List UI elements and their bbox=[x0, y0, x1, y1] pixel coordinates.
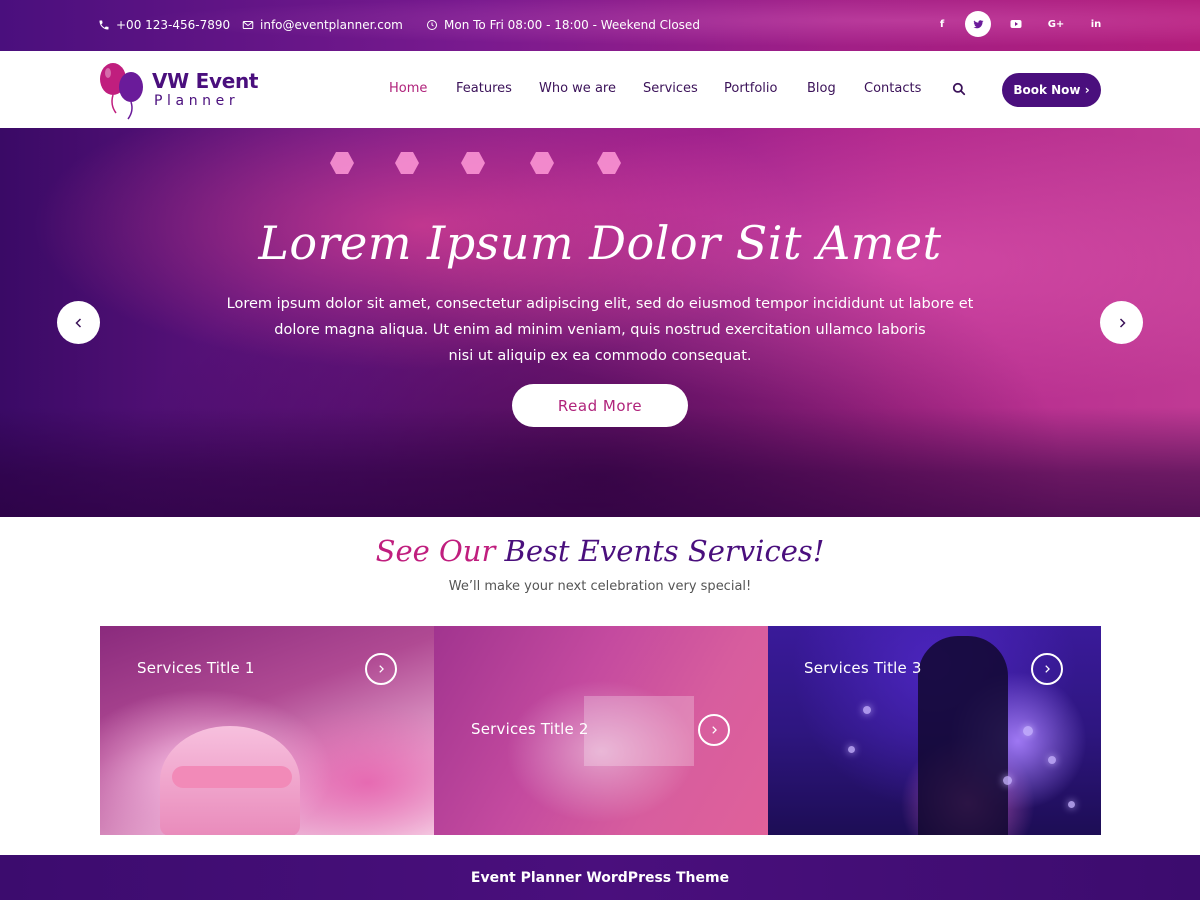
read-more-button[interactable]: Read More bbox=[512, 384, 688, 427]
bokeh-light bbox=[1068, 801, 1075, 808]
hours-text: Mon To Fri 08:00 - 18:00 - Weekend Close… bbox=[444, 18, 700, 32]
envelope-icon bbox=[242, 21, 254, 29]
slider-next-button[interactable] bbox=[1100, 301, 1143, 344]
linkedin-icon[interactable]: in bbox=[1083, 11, 1109, 37]
hero-title: Lorem Ipsum Dolor Sit Amet bbox=[258, 216, 942, 270]
stage-light bbox=[530, 152, 554, 174]
nav-who-we-are[interactable]: Who we are bbox=[539, 81, 616, 96]
site-logo[interactable]: VW Event Planner bbox=[98, 59, 278, 121]
hours-info: Mon To Fri 08:00 - 18:00 - Weekend Close… bbox=[426, 16, 700, 34]
stage-light bbox=[597, 152, 621, 174]
book-now-button[interactable]: Book Now › bbox=[1002, 73, 1101, 107]
facebook-icon[interactable]: f bbox=[929, 11, 955, 37]
email-contact[interactable]: info@eventplanner.com bbox=[242, 16, 403, 34]
hero-text-line: nisi ut aliquip ex ea commodo consequat. bbox=[448, 348, 752, 364]
twitter-icon[interactable] bbox=[965, 11, 991, 37]
hero-slider: Lorem Ipsum Dolor Sit Amet Lorem ipsum d… bbox=[0, 128, 1200, 517]
chevron-right-icon bbox=[1119, 317, 1126, 328]
footer-text: Event Planner WordPress Theme bbox=[470, 869, 730, 886]
stage-light bbox=[330, 152, 354, 174]
stage-light bbox=[395, 152, 419, 174]
bokeh-light bbox=[848, 746, 855, 753]
phone-icon bbox=[99, 20, 109, 30]
youtube-play-icon bbox=[1010, 20, 1022, 28]
phone-contact[interactable]: +00 123-456-7890 bbox=[98, 16, 230, 34]
google-plus-glyph: G+ bbox=[1047, 18, 1065, 30]
nav-services[interactable]: Services bbox=[643, 81, 698, 96]
service-title: Services Title 1 bbox=[137, 659, 255, 677]
bokeh-light bbox=[1023, 726, 1033, 736]
phone-text: +00 123-456-7890 bbox=[116, 18, 231, 32]
logo-subtitle: Planner bbox=[154, 93, 240, 109]
hero-text-line: Lorem ipsum dolor sit amet, consectetur … bbox=[226, 296, 974, 312]
chevron-right-icon bbox=[1045, 665, 1050, 673]
linkedin-glyph: in bbox=[1090, 18, 1102, 30]
facebook-glyph: f bbox=[939, 18, 945, 30]
chevron-left-icon bbox=[74, 317, 81, 328]
service-arrow-button[interactable] bbox=[1031, 653, 1063, 685]
balloons-icon bbox=[100, 63, 143, 120]
hero-text-line: dolore magna aliqua. Ut enim ad minim ve… bbox=[274, 322, 926, 338]
nav-features[interactable]: Features bbox=[456, 81, 512, 96]
service-title: Services Title 3 bbox=[804, 659, 922, 677]
services-heading-part1: See Our bbox=[375, 534, 496, 568]
clock-icon bbox=[427, 20, 437, 30]
nav-portfolio[interactable]: Portfolio bbox=[724, 81, 777, 96]
nav-home[interactable]: Home bbox=[389, 81, 427, 96]
venue-window bbox=[584, 696, 694, 766]
services-subtitle: We’ll make your next celebration very sp… bbox=[448, 579, 752, 594]
twitter-bird-icon bbox=[972, 19, 984, 28]
services-heading: See Our Best Events Services! bbox=[0, 534, 1200, 568]
bokeh-light bbox=[863, 706, 871, 714]
slider-prev-button[interactable] bbox=[57, 301, 100, 344]
nav-contacts[interactable]: Contacts bbox=[864, 81, 921, 96]
bokeh-light bbox=[1048, 756, 1056, 764]
email-text: info@eventplanner.com bbox=[260, 18, 403, 32]
performer-silhouette bbox=[918, 636, 1008, 835]
site-header: VW Event Planner Home Features Who we ar… bbox=[0, 51, 1200, 128]
cake-ribbon bbox=[172, 766, 292, 788]
services-heading-part2: Best Events Services! bbox=[504, 534, 825, 568]
service-title: Services Title 2 bbox=[471, 720, 589, 738]
service-card-1[interactable]: Services Title 1 bbox=[100, 626, 434, 835]
logo-title: VW Event bbox=[152, 69, 259, 93]
chevron-right-icon bbox=[712, 726, 717, 734]
stage-light bbox=[461, 152, 485, 174]
google-plus-icon[interactable]: G+ bbox=[1043, 11, 1069, 37]
hero-description: Lorem ipsum dolor sit amet, consectetur … bbox=[220, 291, 980, 369]
site-footer: Event Planner WordPress Theme bbox=[0, 855, 1200, 900]
search-icon[interactable] bbox=[952, 82, 966, 96]
bokeh-light bbox=[1003, 776, 1012, 785]
service-arrow-button[interactable] bbox=[698, 714, 730, 746]
nav-blog[interactable]: Blog bbox=[807, 81, 836, 96]
top-bar: +00 123-456-7890 info@eventplanner.com M… bbox=[0, 0, 1200, 51]
service-card-3[interactable]: Services Title 3 bbox=[768, 626, 1101, 835]
chevron-right-icon bbox=[379, 665, 384, 673]
youtube-icon[interactable] bbox=[1003, 11, 1029, 37]
service-arrow-button[interactable] bbox=[365, 653, 397, 685]
service-card-2[interactable]: Services Title 2 bbox=[434, 626, 768, 835]
